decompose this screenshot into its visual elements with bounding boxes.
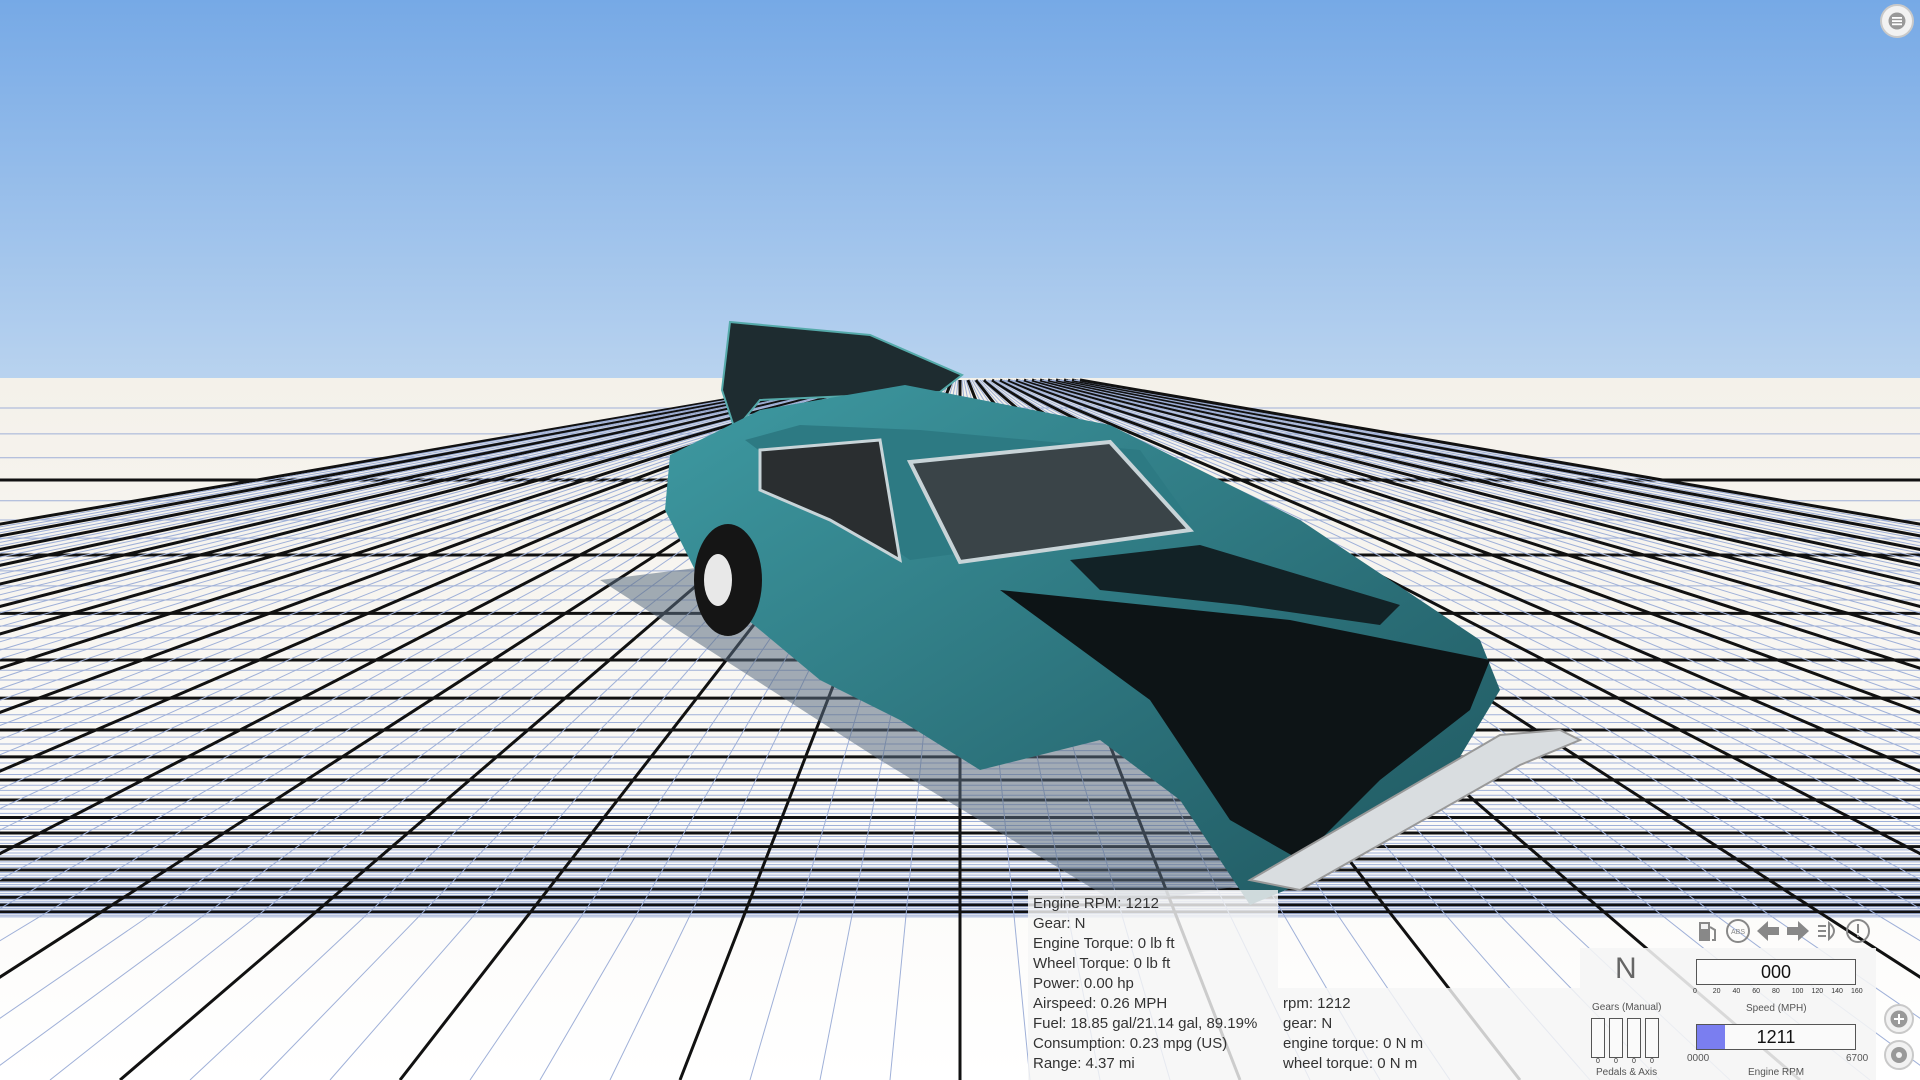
debug-line: Consumption: 0.23 mpg (US) xyxy=(1033,1035,1228,1052)
gear-icon xyxy=(1891,1047,1907,1063)
speed-readout: 000 xyxy=(1696,959,1856,985)
pedal-steering-bar xyxy=(1645,1018,1659,1058)
rpm-max-label: 6700 xyxy=(1846,1053,1869,1064)
fuel-icon xyxy=(1694,917,1722,945)
plus-icon xyxy=(1890,1010,1908,1028)
pedal-value: 0 xyxy=(1650,1058,1654,1065)
speed-tick-label: 160 xyxy=(1851,988,1863,995)
left-signal-icon xyxy=(1754,917,1782,945)
speed-label: Speed (MPH) xyxy=(1746,1003,1807,1014)
speed-tick-label: 80 xyxy=(1772,988,1780,995)
speed-tick-label: 60 xyxy=(1752,988,1761,995)
debug-line: gear: N xyxy=(1283,1015,1333,1032)
sky xyxy=(0,0,1920,380)
debug-line: Power: 0.00 hp xyxy=(1033,975,1134,992)
speed-tick-label: 140 xyxy=(1831,988,1843,995)
pedals-label: Pedals & Axis xyxy=(1596,1067,1658,1078)
game-viewport[interactable] xyxy=(0,0,1920,1080)
debug-line: Engine RPM: 1212 xyxy=(1033,895,1159,912)
debug-line: wheel torque: 0 N m xyxy=(1283,1055,1418,1072)
rear-wheel-rim xyxy=(704,554,732,606)
engine-debug-panel: Engine RPM: 1212 Gear: N Engine Torque: … xyxy=(1028,890,1278,1080)
menu-button[interactable] xyxy=(1880,4,1914,38)
debug-line: Engine Torque: 0 lb ft xyxy=(1033,935,1175,952)
pedal-throttle-bar xyxy=(1591,1018,1605,1058)
speed-tick-label: 0 xyxy=(1693,988,1697,995)
speed-tick-label: 20 xyxy=(1712,988,1721,995)
dashboard-status-icons: ABS xyxy=(1676,916,1872,946)
debug-line: rpm: 1212 xyxy=(1283,995,1351,1012)
debug-line: Fuel: 18.85 gal/21.14 gal, 89.19% xyxy=(1033,1015,1258,1032)
settings-button[interactable] xyxy=(1884,1040,1914,1070)
debug-line: Airspeed: 0.26 MPH xyxy=(1033,995,1168,1012)
gear-indicator: N xyxy=(1615,952,1637,985)
pedal-value: 0 xyxy=(1596,1058,1600,1065)
abs-icon: ABS xyxy=(1724,917,1752,945)
headlight-icon xyxy=(1814,917,1842,945)
speed-tick-label: 100 xyxy=(1791,988,1804,995)
rpm-label: Engine RPM xyxy=(1748,1067,1805,1078)
pedal-value: 0 xyxy=(1632,1058,1636,1065)
hamburger-icon xyxy=(1888,12,1906,30)
rpm-gauge: 1211 xyxy=(1696,1024,1856,1050)
gears-label: Gears (Manual) xyxy=(1592,1002,1662,1013)
warning-icon xyxy=(1844,917,1872,945)
drivetrain-debug-panel: rpm: 1212 gear: N engine torque: 0 N m w… xyxy=(1278,988,1580,1080)
debug-line: Wheel Torque: 0 lb ft xyxy=(1033,955,1171,972)
speed-tick-label: 40 xyxy=(1732,988,1741,995)
speed-tick-label: 120 xyxy=(1811,988,1824,995)
zoom-in-button[interactable] xyxy=(1884,1004,1914,1034)
debug-line: Gear: N xyxy=(1033,915,1086,932)
debug-line: Range: 4.37 mi xyxy=(1033,1055,1135,1072)
right-signal-icon xyxy=(1784,917,1812,945)
rpm-min-label: 0000 xyxy=(1687,1053,1710,1064)
pedal-brake-bar xyxy=(1609,1018,1623,1058)
pedal-clutch-bar xyxy=(1627,1018,1641,1058)
rpm-readout: 1211 xyxy=(1756,1026,1796,1047)
pedal-value: 0 xyxy=(1614,1058,1618,1065)
svg-text:ABS: ABS xyxy=(1731,929,1745,936)
debug-line: engine torque: 0 N m xyxy=(1283,1035,1424,1052)
